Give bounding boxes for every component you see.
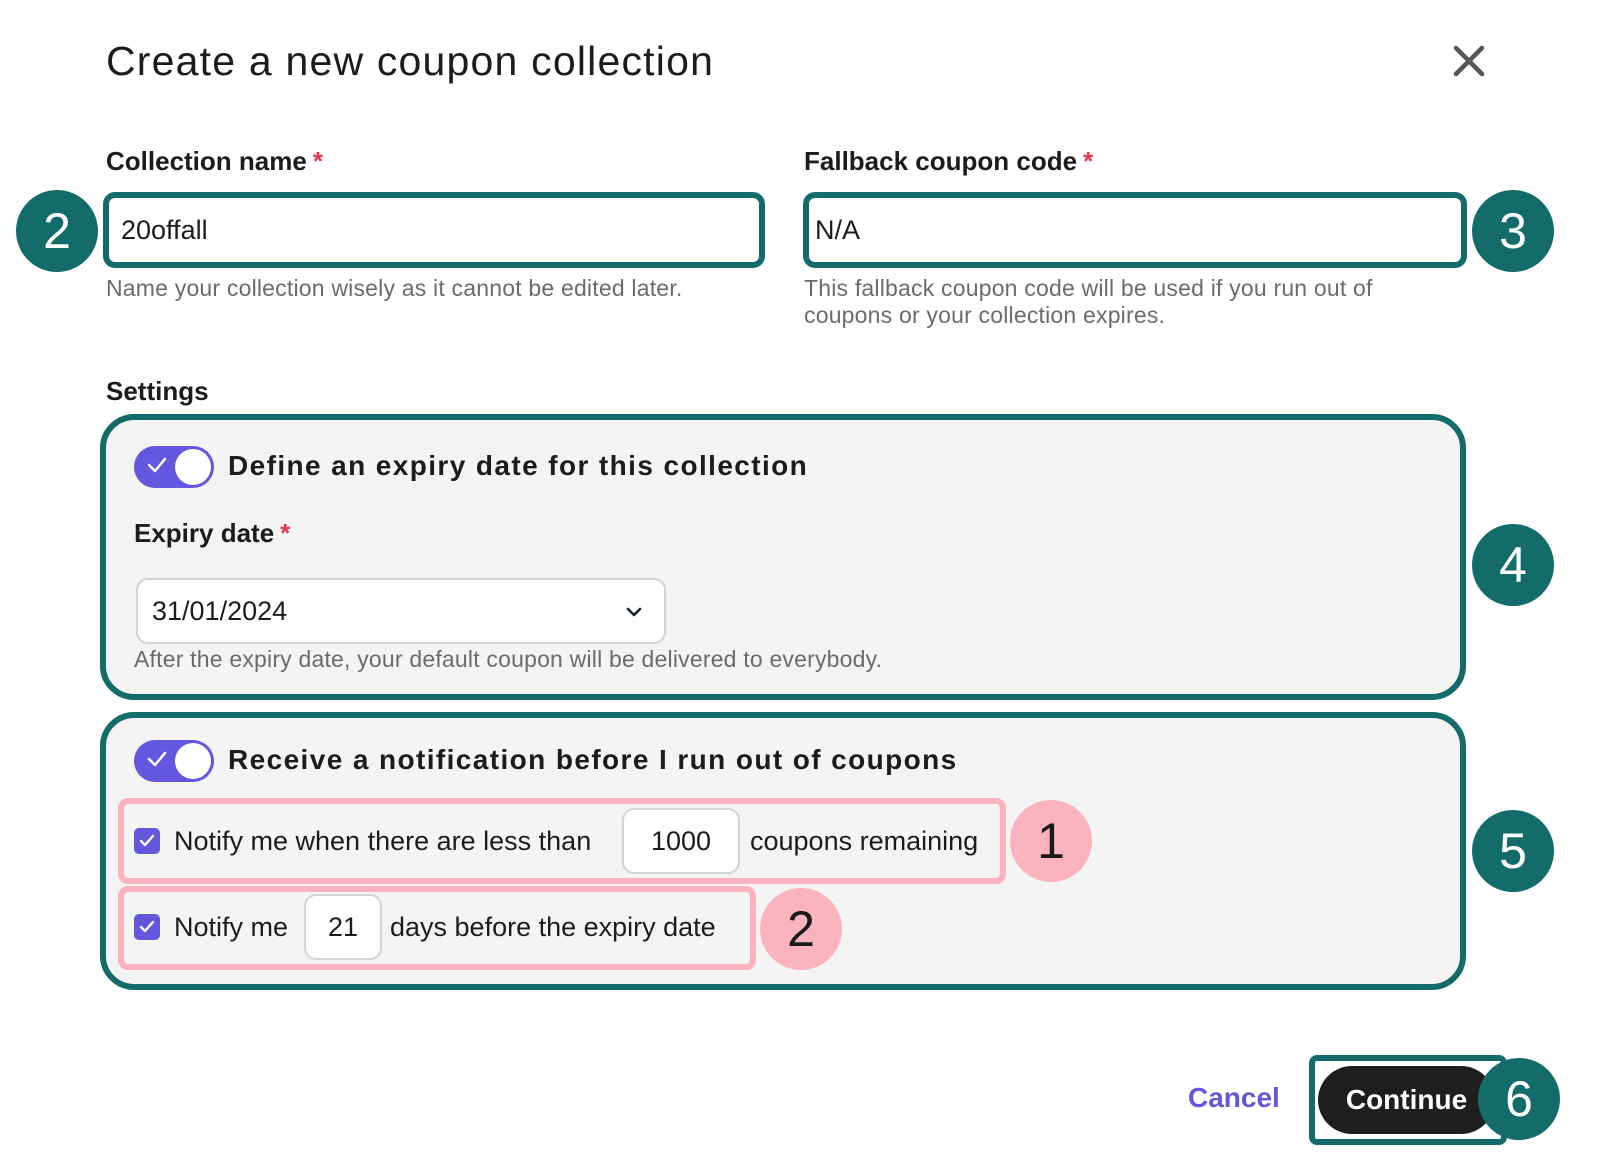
annotation-badge-pink-2: 2 (760, 888, 842, 970)
check-icon (139, 920, 155, 933)
annotation-badge-4: 4 (1472, 524, 1554, 606)
required-marker: * (1083, 146, 1094, 176)
days-before-suffix: days before the expiry date (390, 912, 716, 942)
days-before-checkbox[interactable] (134, 914, 160, 940)
annotation-badge-5: 5 (1472, 810, 1554, 892)
annotation-badge-6: 6 (1478, 1058, 1560, 1140)
annotation-badge-pink-1: 1 (1010, 800, 1092, 882)
toggle-knob (175, 743, 211, 779)
continue-button[interactable]: Continue (1318, 1066, 1495, 1134)
dialog-title: Create a new coupon collection (106, 38, 715, 84)
collection-name-help: Name your collection wisely as it cannot… (106, 275, 683, 301)
fallback-code-input[interactable] (809, 198, 1461, 262)
close-icon (1453, 45, 1485, 77)
remaining-coupons-field-wrapper (622, 808, 740, 874)
annotation-badge-3: 3 (1472, 190, 1554, 272)
remaining-coupons-checkbox[interactable] (134, 828, 160, 854)
check-icon (139, 834, 155, 847)
chevron-down-icon (626, 607, 642, 617)
collection-name-label-text: Collection name (106, 146, 307, 176)
close-button[interactable] (1452, 44, 1486, 78)
check-icon (147, 457, 167, 473)
check-icon (147, 751, 167, 767)
fallback-code-field-wrapper (803, 192, 1467, 268)
fallback-code-label-text: Fallback coupon code (804, 146, 1078, 176)
notification-toggle[interactable] (134, 740, 214, 782)
toggle-knob (175, 449, 211, 485)
cancel-button[interactable]: Cancel (1188, 1082, 1280, 1114)
expiry-date-label-text: Expiry date (134, 518, 275, 548)
days-before-prefix: Notify me (174, 912, 289, 942)
fallback-code-help: This fallback coupon code will be used i… (804, 275, 1373, 328)
settings-heading: Settings (106, 376, 209, 406)
remaining-coupons-prefix: Notify me when there are less than (174, 826, 592, 856)
required-marker: * (312, 146, 323, 176)
collection-name-label: Collection name * (106, 146, 323, 177)
fallback-code-label: Fallback coupon code * (804, 146, 1093, 177)
expiry-date-value: 31/01/2024 (152, 596, 288, 626)
expiry-toggle-label: Define an expiry date for this collectio… (228, 450, 809, 481)
days-before-input[interactable] (306, 896, 380, 958)
expiry-date-label: Expiry date * (134, 518, 290, 549)
expiry-date-select[interactable]: 31/01/2024 (136, 578, 666, 644)
annotation-badge-2: 2 (16, 190, 98, 272)
remaining-coupons-input[interactable] (624, 810, 738, 872)
collection-name-input[interactable] (109, 198, 759, 262)
notification-toggle-label: Receive a notification before I run out … (228, 744, 958, 775)
days-before-field-wrapper (304, 894, 382, 960)
expiry-toggle[interactable] (134, 446, 214, 488)
remaining-coupons-suffix: coupons remaining (750, 826, 979, 856)
expiry-help: After the expiry date, your default coup… (134, 646, 883, 672)
required-marker: * (280, 518, 291, 548)
collection-name-field-wrapper (103, 192, 765, 268)
